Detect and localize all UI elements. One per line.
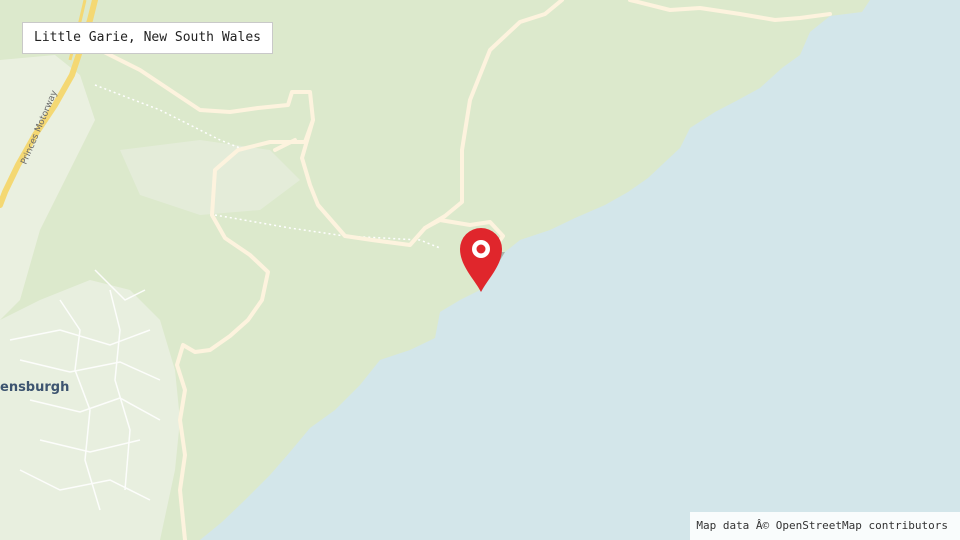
marker-center: [476, 244, 486, 254]
location-title: Little Garie, New South Wales: [22, 22, 273, 54]
map-attribution[interactable]: Map data Â© OpenStreetMap contributors: [690, 512, 960, 540]
town-label: ensburgh: [0, 380, 69, 395]
map-canvas[interactable]: Princes Motorway ensburgh: [0, 0, 960, 540]
